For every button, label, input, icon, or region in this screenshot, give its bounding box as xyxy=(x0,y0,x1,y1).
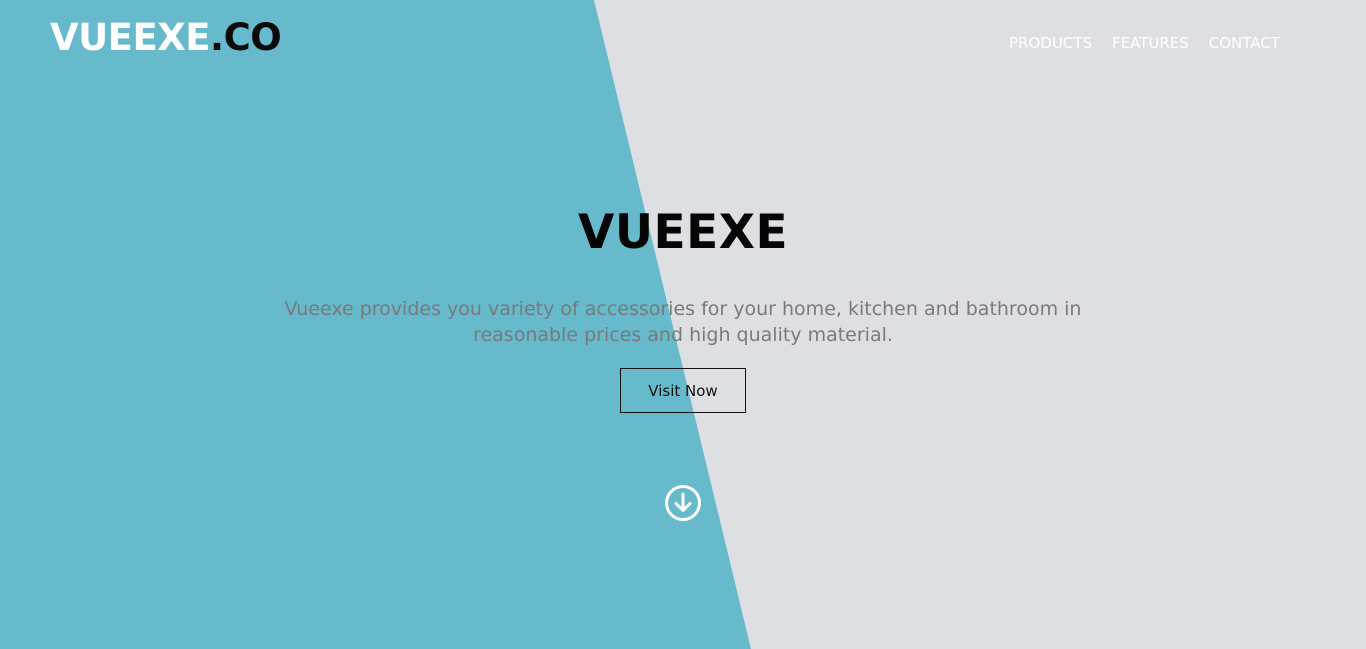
logo-text-primary: VUEEXE xyxy=(50,16,211,59)
nav-link-products[interactable]: PRODUCTS xyxy=(1009,34,1092,52)
arrow-down-circle-icon[interactable] xyxy=(664,484,702,522)
logo-text-suffix: .CO xyxy=(210,16,282,59)
visit-now-button[interactable]: Visit Now xyxy=(620,368,746,413)
hero-description: Vueexe provides you variety of accessori… xyxy=(284,298,1082,346)
nav-link-features[interactable]: FEATURES xyxy=(1112,34,1189,52)
main-nav: PRODUCTS FEATURES CONTACT xyxy=(1009,34,1280,52)
landing-page: VUEEXE.CO PRODUCTS FEATURES CONTACT VUEE… xyxy=(0,0,1366,649)
hero-title: VUEEXE xyxy=(577,205,789,260)
site-logo[interactable]: VUEEXE.CO xyxy=(50,16,282,59)
nav-link-contact[interactable]: CONTACT xyxy=(1209,34,1280,52)
